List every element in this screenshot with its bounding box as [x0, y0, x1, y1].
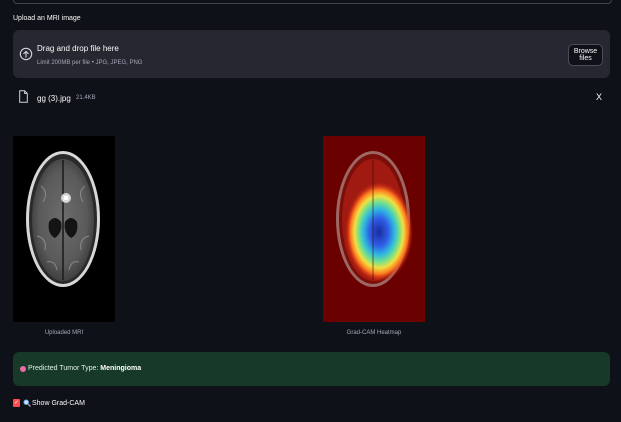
prediction-value: Meningioma [100, 365, 142, 372]
grad-cam-heatmap-image [323, 136, 425, 322]
upload-cloud-icon [19, 47, 33, 61]
magnifier-icon [23, 399, 31, 407]
dropzone-hint: Limit 200MB per file • JPG, JPEG, PNG [37, 60, 143, 66]
file-size: 21.4KB [76, 95, 96, 101]
prediction-prefix: Predicted Tumor Type: [28, 365, 99, 372]
browse-files-button[interactable]: Browse files [568, 44, 603, 66]
uploaded-mri-caption: Uploaded MRI [44, 330, 84, 336]
uploader-label: Upload an MRI image [13, 15, 81, 22]
prediction-text: Predicted Tumor Type: Meningioma [28, 365, 141, 372]
show-grad-cam-checkbox[interactable]: ✓ [13, 399, 20, 407]
previous-widget-edge [13, 0, 612, 4]
pink-circle-icon [20, 366, 26, 372]
file-dropzone[interactable]: Drag and drop file here Limit 200MB per … [13, 30, 610, 78]
show-grad-cam-label: Show Grad-CAM [32, 400, 85, 407]
remove-file-button[interactable]: X [596, 92, 602, 102]
heatmap-caption: Grad-CAM Heatmap [346, 330, 402, 336]
file-name: gg (3).jpg [37, 94, 71, 103]
dropzone-title: Drag and drop file here [37, 44, 119, 53]
prediction-result-alert: Predicted Tumor Type: Meningioma [13, 352, 610, 386]
uploaded-file-row: gg (3).jpg 21.4KB X [13, 88, 610, 108]
uploaded-mri-image [13, 136, 115, 322]
file-icon [19, 90, 28, 103]
